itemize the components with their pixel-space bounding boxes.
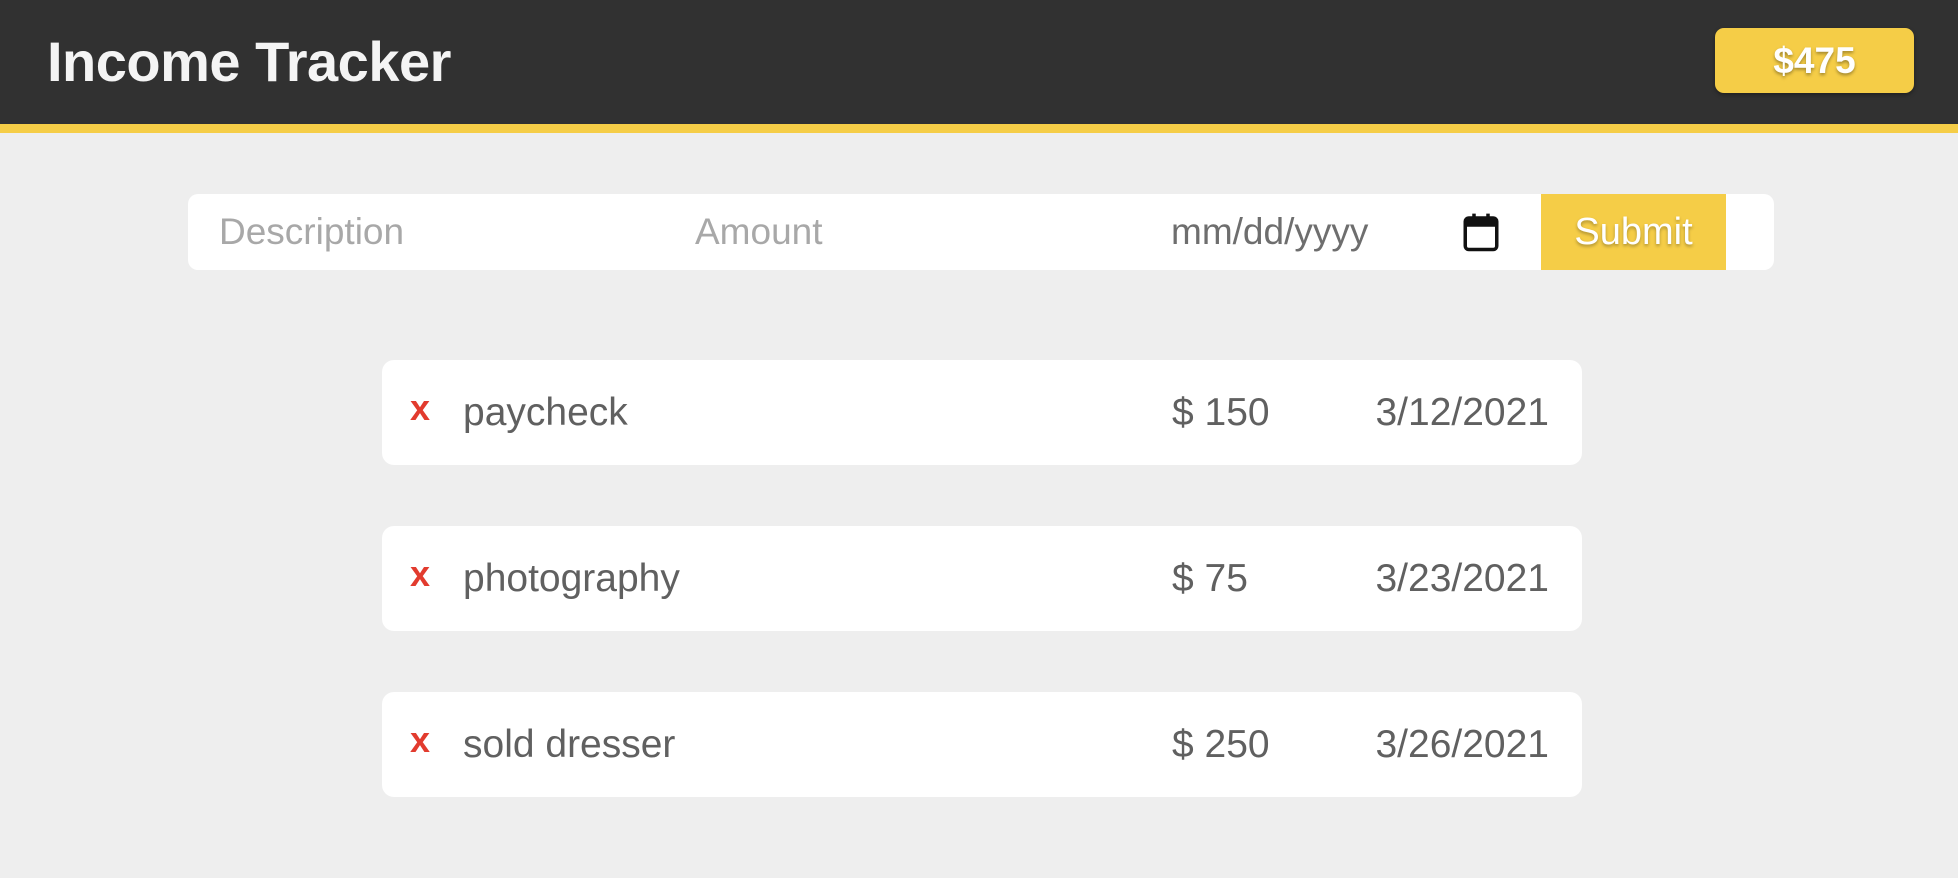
- delete-entry-icon[interactable]: x: [410, 554, 430, 594]
- entry-date: 3/23/2021: [1375, 557, 1549, 600]
- delete-entry-icon[interactable]: x: [410, 720, 430, 760]
- description-input[interactable]: [188, 194, 664, 270]
- delete-entry-icon[interactable]: x: [410, 388, 430, 428]
- income-entry: x paycheck $ 150 3/12/2021: [382, 360, 1582, 465]
- entry-description: photography: [463, 557, 680, 600]
- entry-date: 3/12/2021: [1375, 391, 1549, 434]
- app-header: Income Tracker $475: [0, 0, 1958, 133]
- entry-date: 3/26/2021: [1375, 723, 1549, 766]
- calendar-icon[interactable]: [1460, 210, 1502, 254]
- entry-description: paycheck: [463, 391, 628, 434]
- amount-input[interactable]: [664, 194, 1140, 270]
- add-income-form: Submit: [188, 194, 1774, 270]
- entry-description: sold dresser: [463, 723, 676, 766]
- submit-button[interactable]: Submit: [1541, 194, 1726, 270]
- app-title: Income Tracker: [47, 30, 451, 93]
- entry-amount: $ 150: [1172, 391, 1270, 434]
- income-entry: x sold dresser $ 250 3/26/2021: [382, 692, 1582, 797]
- income-list: x paycheck $ 150 3/12/2021 x photography…: [382, 360, 1582, 858]
- entry-amount: $ 75: [1172, 557, 1248, 600]
- total-income-badge: $475: [1715, 28, 1914, 93]
- entry-amount: $ 250: [1172, 723, 1270, 766]
- date-picker: [1140, 194, 1541, 270]
- income-entry: x photography $ 75 3/23/2021: [382, 526, 1582, 631]
